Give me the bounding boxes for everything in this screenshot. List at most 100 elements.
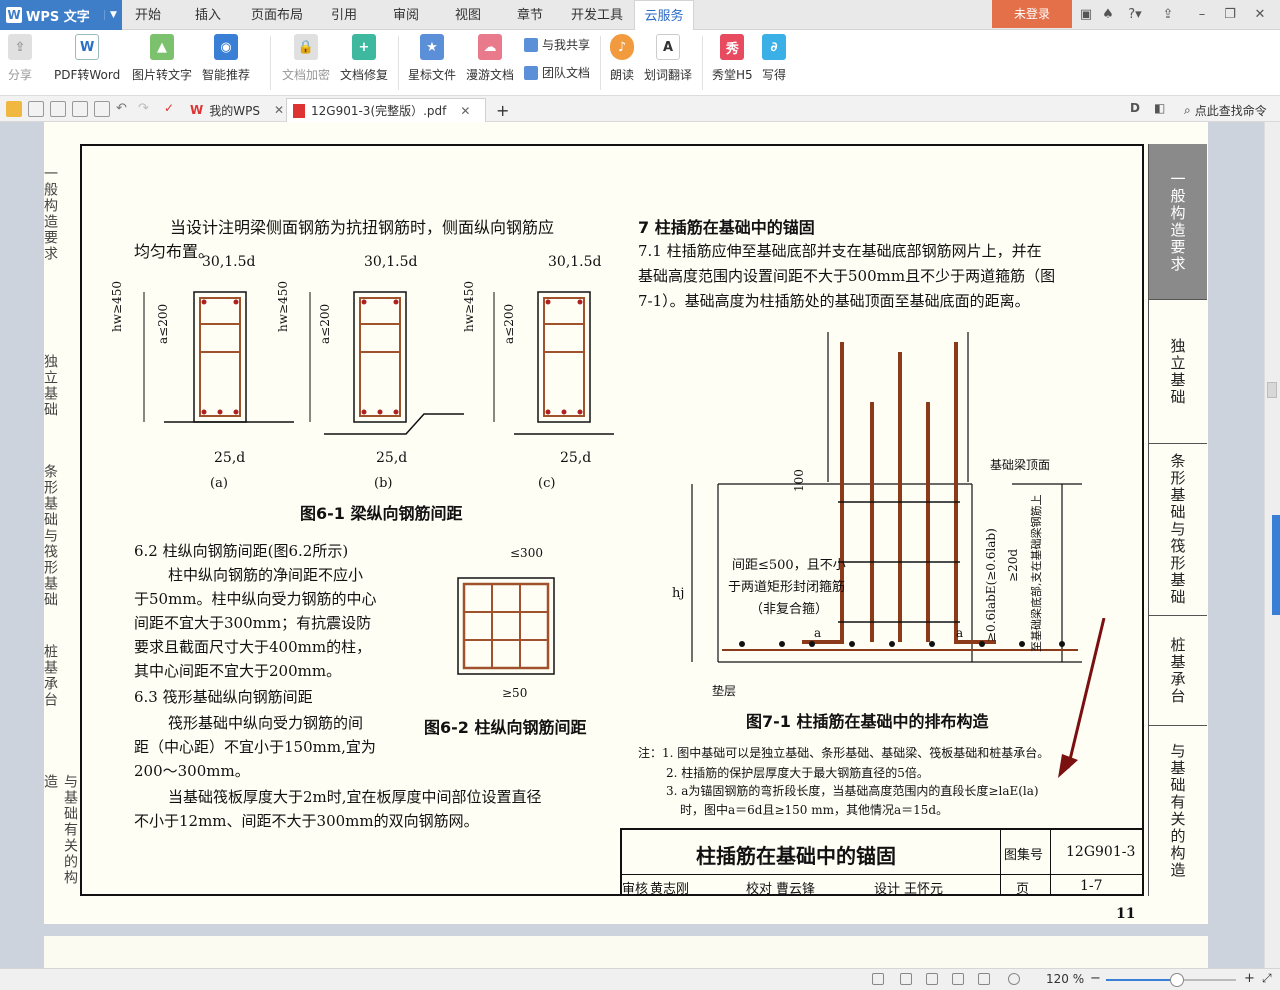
save-icon[interactable]: [28, 101, 44, 117]
smart-recommend-button[interactable]: ◉ 智能推荐: [202, 34, 250, 83]
help-icon[interactable]: ?▾: [1120, 0, 1150, 30]
app-logo[interactable]: W WPS 文字 ▼: [0, 0, 122, 30]
location-icon[interactable]: [1008, 973, 1020, 985]
doc-repair-button[interactable]: + 文档修复: [340, 34, 388, 83]
minimize-icon[interactable]: –: [1190, 0, 1214, 30]
chapter-tab[interactable]: 条形基础与筏形基础: [1149, 444, 1207, 616]
paragraph: 当基础筏板厚度大于2m时,宜在板厚度中间部位设置直径: [168, 788, 542, 806]
chapter-tab-active[interactable]: 一般构造要求: [1149, 144, 1207, 300]
continuous-icon[interactable]: [952, 973, 964, 985]
close-icon[interactable]: ✕: [1248, 0, 1272, 30]
redo-icon[interactable]: ↷: [138, 101, 154, 117]
title-block-label: 审核: [622, 882, 649, 897]
title-block-title: 柱插筋在基础中的锚固: [696, 844, 896, 868]
side-panel-toggle[interactable]: [1272, 515, 1280, 615]
image-to-text-button[interactable]: ▲ 图片转文字: [132, 34, 192, 83]
chapter-tab[interactable]: 独立基础: [1149, 300, 1207, 444]
spacing-label: a≤200: [502, 303, 516, 344]
share-button[interactable]: ⇪ 分享: [8, 34, 32, 83]
dimension-label: 25,d: [376, 450, 408, 466]
title-block-label: 图集号: [1004, 848, 1044, 863]
chapter-label: 桩基承台: [1168, 636, 1187, 705]
print-preview-icon[interactable]: [94, 101, 110, 117]
single-page-icon[interactable]: [900, 973, 912, 985]
chapter-label: 独立基础: [1168, 337, 1187, 406]
undo-icon[interactable]: ↶: [116, 101, 132, 117]
pdf-word-icon: W: [75, 34, 100, 60]
pdf-page: 一般构造要求 独立基础 条形基础与筏形基础 桩基承台 与基础有关的构造 一般构造…: [42, 122, 1208, 924]
anchorage-label: 至基础梁底部,支在基础梁钢筋上: [1030, 494, 1043, 653]
document-workspace: 一般构造要求 独立基础 条形基础与筏形基础 桩基承台 与基础有关的构造 一般构造…: [0, 122, 1280, 976]
menu-insert[interactable]: 插入: [182, 0, 234, 30]
tab-pdf[interactable]: 12G901-3(完整版）.pdf ✕: [286, 98, 486, 122]
star-file-button[interactable]: ★ 星标文件: [408, 34, 456, 83]
zoom-in-icon[interactable]: +: [1244, 971, 1255, 986]
two-page-icon[interactable]: [926, 973, 938, 985]
chapter-label: 一般构造要求: [1168, 170, 1187, 273]
open-folder-icon[interactable]: [6, 101, 22, 117]
translate-button[interactable]: A 划词翻译: [644, 34, 692, 83]
share-with-me-button[interactable]: 与我共享: [524, 36, 590, 53]
title-block-label: 设计: [874, 882, 901, 897]
share-folder-icon: [524, 37, 538, 52]
paragraph: 筏形基础中纵向受力钢筋的间: [168, 714, 364, 732]
dimension-label: 30,1.5d: [202, 254, 256, 270]
paragraph: 要求且截面尺寸大于400mm的柱，: [134, 638, 372, 656]
chapter-tab[interactable]: 与基础有关的构造: [1149, 726, 1207, 896]
close-icon[interactable]: ✕: [460, 104, 470, 118]
chapter-tab[interactable]: 桩基承台: [1149, 616, 1207, 726]
chevron-down-icon[interactable]: ▼: [104, 10, 122, 20]
login-button[interactable]: 未登录: [992, 0, 1072, 28]
export-pdf-icon[interactable]: [50, 101, 66, 117]
xiede-button[interactable]: ∂ 写得: [762, 34, 786, 83]
xiutang-icon: 秀: [720, 34, 745, 60]
view-mode-icon[interactable]: [978, 973, 990, 985]
zoom-slider-thumb[interactable]: [1170, 973, 1184, 987]
fit-page-icon[interactable]: [872, 973, 884, 985]
menu-developer[interactable]: 开发工具: [566, 0, 628, 30]
scrollbar-thumb[interactable]: [1267, 382, 1277, 398]
print-icon[interactable]: [72, 101, 88, 117]
menu-cloud[interactable]: 云服务: [634, 0, 694, 31]
team-icon: [524, 65, 538, 80]
roam-label: 漫游文档: [466, 68, 515, 82]
xiutang-button[interactable]: 秀 秀堂H5: [712, 34, 753, 83]
more-icon[interactable]: ✓: [164, 101, 180, 117]
doc-mode-icon[interactable]: D: [1130, 101, 1146, 117]
zoom-out-icon[interactable]: −: [1090, 971, 1101, 986]
fullscreen-icon[interactable]: ⤢: [1262, 971, 1272, 986]
red-arrow-annotation: [1058, 618, 1106, 778]
restore-icon[interactable]: ❐: [1218, 0, 1242, 30]
menu-bar: W WPS 文字 ▼ 开始 插入 页面布局 引用 审阅 视图 章节 开发工具 云…: [0, 0, 1280, 31]
close-icon[interactable]: ✕: [274, 103, 284, 117]
read-aloud-button[interactable]: ♪ 朗读: [610, 34, 634, 83]
zoom-level[interactable]: 120 %: [1046, 972, 1084, 986]
team-doc-button[interactable]: 团队文档: [524, 64, 590, 81]
note: 注：1. 图中基础可以是独立基础、条形基础、基础梁、筏板基础和桩基承台。: [638, 746, 1050, 760]
menu-references[interactable]: 引用: [318, 0, 370, 30]
menu-view[interactable]: 视图: [442, 0, 494, 30]
pdf-to-word-button[interactable]: W PDF转Word: [54, 34, 120, 83]
roam-doc-button[interactable]: ☁ 漫游文档: [466, 34, 514, 83]
tab-my-wps[interactable]: W 我的WPS ✕: [184, 98, 290, 122]
stirrup-note: 于两道矩形封闭箍筋: [728, 580, 846, 595]
menu-review[interactable]: 审阅: [380, 0, 432, 30]
upload-icon[interactable]: ⇪: [1156, 0, 1180, 30]
chapter-label: 与基础有关的构造: [1168, 743, 1187, 879]
search-icon: ⌕: [1184, 102, 1191, 117]
skin-icon[interactable]: ▣: [1074, 0, 1098, 30]
menu-layout[interactable]: 页面布局: [246, 0, 308, 30]
command-search[interactable]: ⌕ 点此查找命令: [1178, 98, 1273, 122]
shirt-icon[interactable]: ♠: [1096, 0, 1120, 30]
smart-icon: ◉: [214, 34, 238, 60]
note: 2. 柱插筋的保护层厚度大于最大钢筋直径的5倍。: [666, 766, 929, 780]
read-label: 朗读: [610, 68, 635, 82]
doc-encrypt-button[interactable]: 🔒 文档加密: [282, 34, 330, 83]
shapes-icon[interactable]: ◧: [1154, 101, 1170, 117]
new-tab-button[interactable]: +: [490, 98, 515, 122]
menu-section[interactable]: 章节: [504, 0, 556, 30]
menu-home[interactable]: 开始: [122, 0, 174, 30]
left-label: 一般构造要求: [42, 166, 58, 262]
pad-label: 垫层: [712, 684, 737, 698]
star-label: 星标文件: [408, 68, 457, 82]
